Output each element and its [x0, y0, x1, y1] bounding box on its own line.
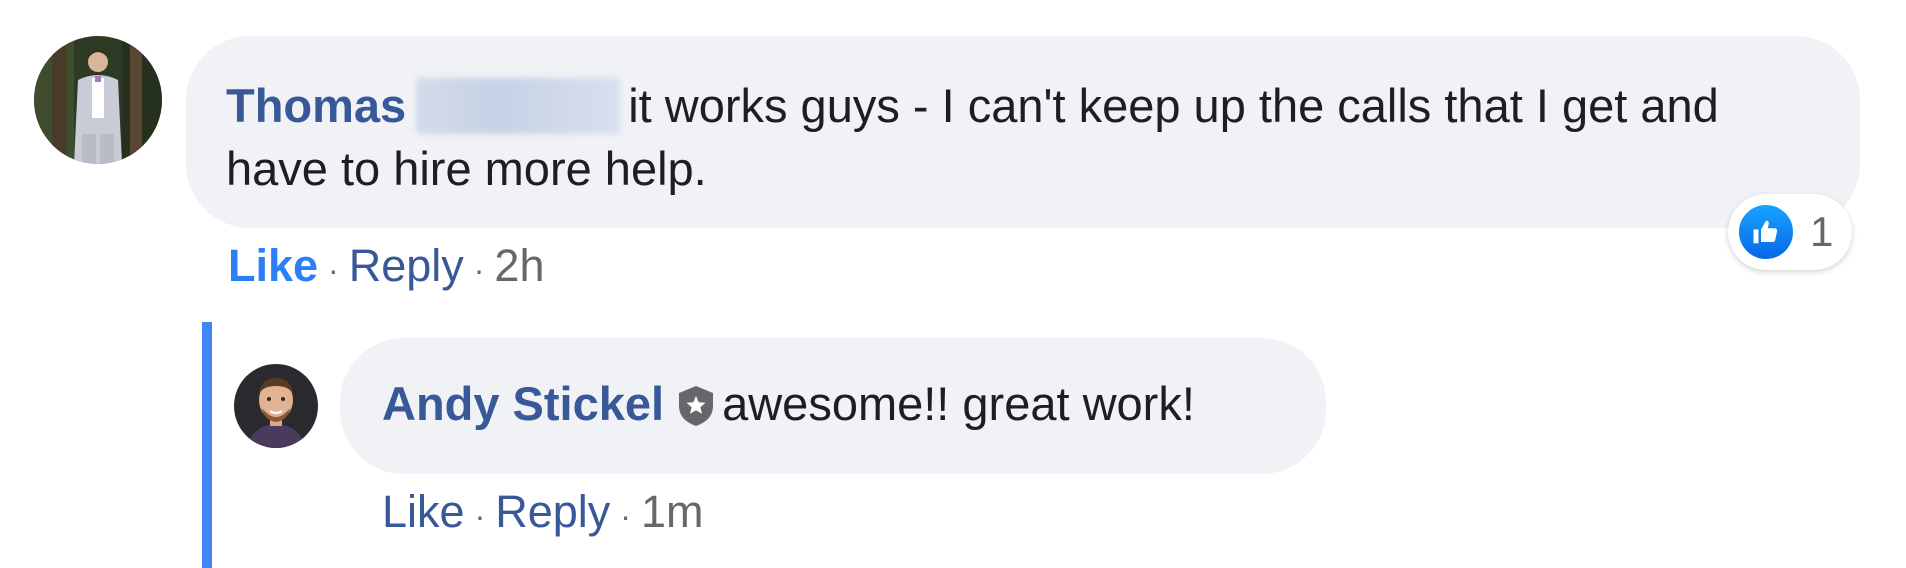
comment-timestamp[interactable]: 2h [494, 240, 544, 291]
separator-dot: · [474, 498, 486, 534]
reply-thread-line [202, 322, 212, 568]
reaction-summary[interactable]: 1 [1728, 194, 1852, 270]
thumbs-up-icon [1736, 202, 1796, 262]
separator-dot: · [328, 252, 339, 288]
comment-author-name[interactable]: Thomas [226, 79, 406, 132]
comment-actions: Like · Reply · 2h [228, 236, 544, 300]
reply-author-name[interactable]: Andy Stickel [382, 377, 664, 430]
reply-actions: Like · Reply · 1m [382, 482, 703, 546]
reply-bubble: Andy Stickel awesome!! great work! [340, 338, 1326, 474]
reply-text: awesome!! great work! [722, 377, 1195, 430]
reaction-count: 1 [1810, 208, 1834, 255]
reply-button[interactable]: Reply [349, 240, 464, 291]
separator-dot: · [620, 498, 631, 534]
reply-reply-button[interactable]: Reply [495, 486, 610, 537]
reply-timestamp[interactable]: 1m [641, 486, 704, 537]
separator-dot: · [473, 252, 485, 288]
comment-bubble: Thomas it works guys - I can't keep up th… [186, 36, 1860, 228]
redacted-surname [416, 78, 621, 134]
commenter-avatar[interactable] [34, 36, 162, 164]
shield-star-icon[interactable] [676, 380, 716, 443]
like-button[interactable]: Like [228, 240, 318, 291]
reply-like-button[interactable]: Like [382, 486, 465, 537]
reply-author-avatar[interactable] [234, 364, 318, 448]
